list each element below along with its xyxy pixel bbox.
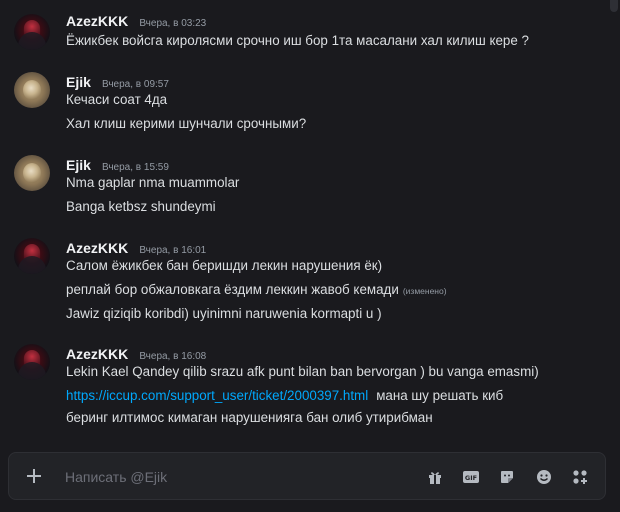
- ticket-link[interactable]: https://iccup.com/support_user/ticket/20…: [66, 388, 368, 403]
- sticker-icon: [501, 471, 513, 483]
- avatar[interactable]: [14, 14, 50, 50]
- author-name[interactable]: AzezKKK: [66, 346, 128, 362]
- timestamp: Вчера, в 03:23: [139, 18, 207, 29]
- add-attachment-button[interactable]: [23, 465, 45, 487]
- gift-button[interactable]: [425, 467, 445, 487]
- gif-icon: GIF: [463, 471, 479, 483]
- emoji-icon: [537, 470, 551, 484]
- scrollbar-thumb[interactable]: [610, 0, 618, 12]
- message-header: AzezKKK Вчера, в 03:23: [66, 11, 206, 29]
- message-text: Кечаси соат 4да: [66, 92, 168, 107]
- author-name[interactable]: Ejik: [66, 74, 91, 90]
- gift-icon: [429, 472, 441, 484]
- message-text: Jawiz qiziqib koribdi) uyinimni naruweni…: [66, 306, 382, 321]
- message-header: AzezKKK Вчера, в 16:08: [66, 344, 206, 362]
- message-text-content: мана шу решать киб: [376, 388, 504, 403]
- author-name[interactable]: AzezKKK: [66, 13, 128, 29]
- message-group: Ejik Вчера, в 09:57 Кечаси соат 4да Хал …: [0, 60, 600, 140]
- plus-icon: [27, 469, 41, 483]
- chat-messages[interactable]: AzezKKK Вчера, в 03:23 Ёжикбек войсга ки…: [0, 0, 620, 448]
- edited-label: (изменено): [402, 286, 447, 296]
- apps-button[interactable]: [570, 467, 590, 487]
- message-text: Ёжикбек войсга киролясми срочно иш бор 1…: [66, 33, 529, 48]
- message-text: беринг илтимос кимаган нарушениягa бан о…: [66, 410, 433, 425]
- apps-icon: [573, 470, 587, 484]
- message-header: Ejik Вчера, в 09:57: [66, 72, 169, 90]
- message-text: Салом ёжикбек бан беришди лекин нарушени…: [66, 258, 383, 273]
- avatar[interactable]: [14, 344, 50, 380]
- timestamp: Вчера, в 16:08: [139, 351, 207, 362]
- avatar[interactable]: [14, 238, 50, 274]
- svg-text:GIF: GIF: [465, 474, 477, 482]
- message-group: AzezKKK Вчера, в 16:01 Салом ёжикбек бан…: [0, 226, 600, 330]
- message-input[interactable]: [65, 467, 405, 487]
- message-group: Ejik Вчера, в 15:59 Nma gaplar nma muamm…: [0, 143, 600, 223]
- message-header: Ejik Вчера, в 15:59: [66, 155, 169, 173]
- message-group: AzezKKK Вчера, в 03:23 Ёжикбек войсга ки…: [0, 0, 600, 60]
- message-text: Lekin Kael Qandey qilib srazu afk punt b…: [66, 364, 539, 379]
- author-name[interactable]: Ejik: [66, 157, 91, 173]
- timestamp: Вчера, в 09:57: [102, 79, 169, 90]
- avatar[interactable]: [14, 72, 50, 108]
- message-group: AzezKKK Вчера, в 16:08 Lekin Kael Qandey…: [0, 332, 600, 442]
- timestamp: Вчера, в 15:59: [102, 162, 169, 173]
- avatar[interactable]: [14, 155, 50, 191]
- message-text: Banga ketbsz shundeymi: [66, 199, 216, 214]
- message-text: Хал клиш керими шунчали срочными?: [66, 116, 307, 131]
- timestamp: Вчера, в 16:01: [139, 245, 207, 256]
- emoji-button[interactable]: [534, 467, 554, 487]
- author-name[interactable]: AzezKKK: [66, 240, 128, 256]
- message-composer: GIF: [8, 452, 606, 500]
- message-text: https://iccup.com/support_user/ticket/20…: [66, 388, 503, 403]
- message-text: реплай бор обжаловкага ёздим леккин жаво…: [66, 282, 447, 297]
- message-text: Nma gaplar nma muammolar: [66, 175, 240, 190]
- sticker-button[interactable]: [497, 467, 517, 487]
- message-header: AzezKKK Вчера, в 16:01: [66, 238, 206, 256]
- message-text-content: реплай бор обжаловкага ёздим леккин жаво…: [66, 282, 399, 297]
- gif-button[interactable]: GIF: [461, 467, 481, 487]
